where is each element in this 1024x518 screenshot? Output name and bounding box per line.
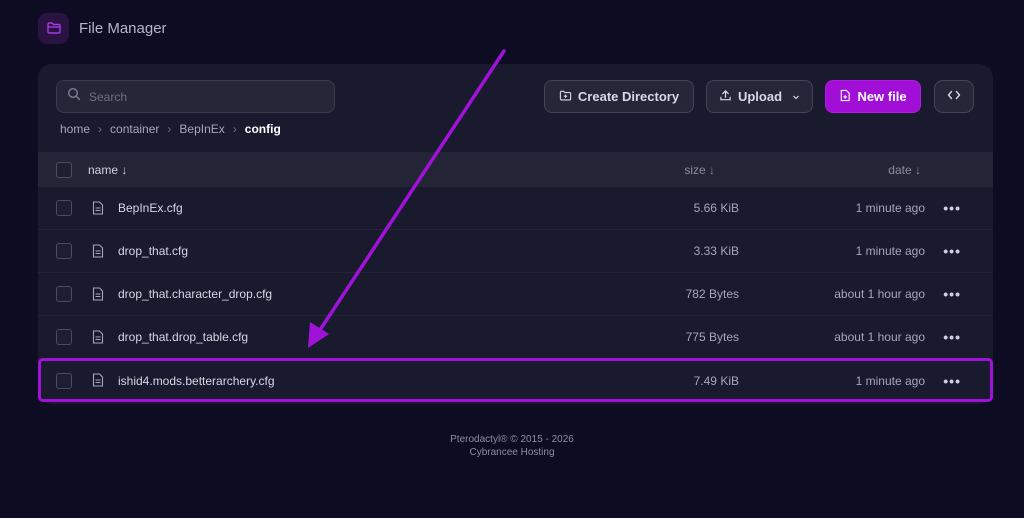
file-size: 775 Bytes: [685, 330, 739, 344]
file-name[interactable]: BepInEx.cfg: [118, 201, 183, 215]
more-actions-icon[interactable]: •••: [943, 243, 961, 259]
row-checkbox[interactable]: [56, 200, 72, 216]
file-icon: [92, 330, 104, 347]
more-actions-icon[interactable]: •••: [943, 373, 961, 389]
row-checkbox[interactable]: [56, 329, 72, 345]
file-icon: [92, 373, 104, 390]
footer-hosting[interactable]: Cybrancee Hosting: [0, 446, 1024, 459]
table-row[interactable]: drop_that.drop_table.cfg 775 Bytes about…: [38, 316, 993, 359]
column-header-date[interactable]: date ↓: [888, 163, 921, 177]
upload-label: Upload: [737, 89, 783, 104]
file-modified-date: 1 minute ago: [855, 244, 925, 258]
file-plus-icon: [839, 89, 851, 105]
file-size: 782 Bytes: [685, 287, 739, 301]
footer-copyright[interactable]: Pterodactyl® © 2015 - 2026: [0, 433, 1024, 446]
page-header: File Manager: [38, 12, 167, 44]
breadcrumb-item-home[interactable]: home: [60, 122, 90, 136]
file-size: 3.33 KiB: [693, 244, 739, 258]
table-row[interactable]: BepInEx.cfg 5.66 KiB 1 minute ago •••: [38, 187, 993, 230]
file-manager-panel: Create Directory Upload New file home › …: [38, 64, 993, 404]
column-header-name[interactable]: name ↓: [88, 163, 127, 177]
file-icon: [92, 287, 104, 304]
upload-button[interactable]: Upload: [706, 80, 813, 113]
table-row[interactable]: drop_that.cfg 3.33 KiB 1 minute ago •••: [38, 230, 993, 273]
file-icon: [92, 201, 104, 218]
select-all-checkbox[interactable]: [56, 161, 72, 178]
table-header: name ↓ size ↓ date ↓: [38, 152, 993, 187]
search-input[interactable]: [89, 89, 309, 104]
file-modified-date: 1 minute ago: [855, 201, 925, 215]
file-modified-date: about 1 hour ago: [834, 330, 925, 344]
page-title: File Manager: [79, 19, 167, 37]
column-header-size[interactable]: size ↓: [684, 163, 715, 177]
file-name[interactable]: drop_that.drop_table.cfg: [118, 330, 248, 344]
code-view-toggle-button[interactable]: [934, 80, 974, 113]
upload-icon: [719, 89, 732, 105]
folder-plus-icon: [559, 89, 572, 105]
chevron-down-icon: [792, 89, 800, 104]
breadcrumb-current: config: [244, 122, 281, 136]
table-row[interactable]: ishid4.mods.betterarchery.cfg 7.49 KiB 1…: [38, 359, 993, 402]
page-footer: Pterodactyl® © 2015 - 2026 Cybrancee Hos…: [0, 433, 1024, 459]
search-box[interactable]: [56, 80, 335, 113]
code-brackets-icon: [947, 89, 961, 104]
row-checkbox[interactable]: [56, 372, 72, 389]
folder-open-icon: [38, 12, 69, 44]
file-modified-date: 1 minute ago: [855, 373, 925, 388]
file-size: 7.49 KiB: [693, 373, 739, 388]
file-size: 5.66 KiB: [693, 201, 739, 215]
row-checkbox[interactable]: [56, 286, 72, 302]
create-directory-button[interactable]: Create Directory: [544, 80, 694, 113]
file-icon: [92, 244, 104, 261]
more-actions-icon[interactable]: •••: [943, 200, 961, 216]
table-row[interactable]: drop_that.character_drop.cfg 782 Bytes a…: [38, 273, 993, 316]
chevron-right-icon: ›: [167, 122, 172, 136]
breadcrumb-item-bepinex[interactable]: BepInEx: [179, 122, 224, 136]
more-actions-icon[interactable]: •••: [943, 329, 961, 345]
create-directory-label: Create Directory: [577, 89, 680, 104]
breadcrumb: home › container › BepInEx › config: [60, 122, 281, 136]
more-actions-icon[interactable]: •••: [943, 286, 961, 302]
file-modified-date: about 1 hour ago: [834, 287, 925, 301]
chevron-right-icon: ›: [232, 122, 237, 136]
file-name[interactable]: drop_that.character_drop.cfg: [118, 287, 272, 301]
chevron-right-icon: ›: [98, 122, 103, 136]
new-file-label: New file: [857, 89, 907, 104]
search-icon: [67, 87, 81, 106]
breadcrumb-item-container[interactable]: container: [110, 122, 159, 136]
file-name[interactable]: drop_that.cfg: [118, 244, 188, 258]
row-checkbox[interactable]: [56, 243, 72, 259]
file-name[interactable]: ishid4.mods.betterarchery.cfg: [118, 374, 275, 388]
new-file-button[interactable]: New file: [825, 80, 921, 113]
